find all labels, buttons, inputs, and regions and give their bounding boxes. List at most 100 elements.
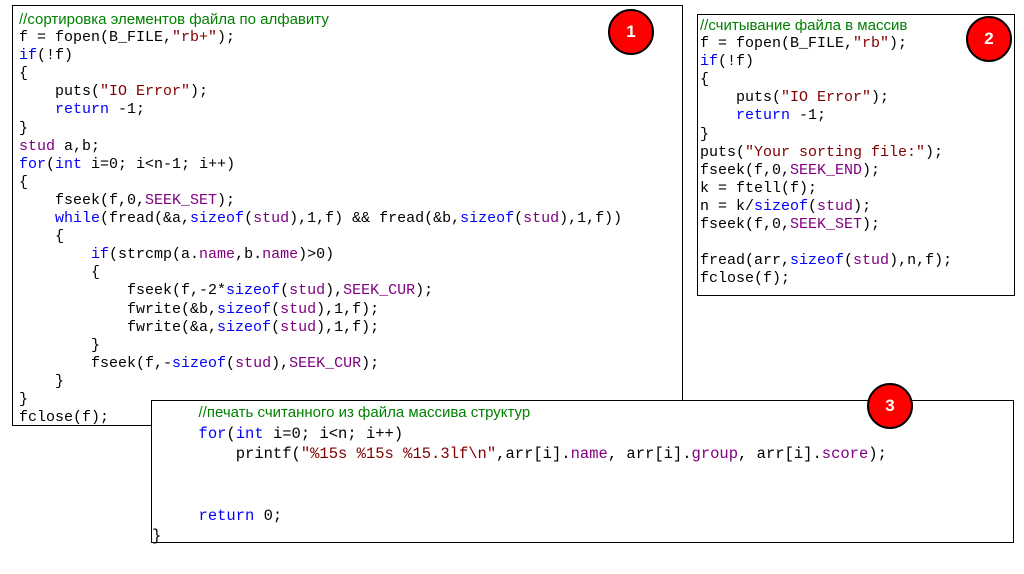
code-token: name — [570, 445, 608, 463]
code-token: ); — [361, 354, 380, 372]
code-token: sizeof — [217, 318, 272, 336]
code-token: fseek(f,0, — [700, 216, 791, 234]
code-line: printf("%15s %15s %15.3lf\n",arr[i].name… — [152, 444, 887, 465]
code-token: SEEK_SET — [790, 216, 863, 234]
code-line: puts("Your sorting file:"); — [700, 144, 952, 162]
code-line: return -1; — [700, 107, 952, 125]
code-token: -1; — [790, 107, 827, 125]
code-line: if(!f) — [19, 47, 622, 65]
code-token: ( — [514, 210, 524, 228]
code-token: "IO Error" — [781, 89, 872, 107]
code-token: stud — [280, 300, 317, 318]
code-line: { — [19, 174, 622, 192]
code-block: //сортировка элементов файла по алфавиту… — [19, 11, 622, 427]
code-token: fseek(f,-2* — [19, 282, 227, 300]
code-token: stud — [280, 318, 317, 336]
code-token: fwrite(&b, — [19, 300, 218, 318]
code-line: } — [152, 526, 887, 547]
code-token: (strcmp(a. — [109, 246, 200, 264]
code-token: stud — [853, 252, 890, 270]
code-line: { — [700, 71, 952, 89]
code-token: { — [19, 264, 101, 282]
code-token: score — [821, 445, 869, 463]
code-token: group — [691, 445, 739, 463]
code-token: , arr[i]. — [738, 445, 822, 463]
code-token: stud — [253, 210, 290, 228]
code-token: return — [55, 101, 110, 119]
code-token: n = k/ — [700, 197, 755, 215]
code-line: { — [19, 264, 622, 282]
code-token: ), — [271, 354, 290, 372]
code-token: if — [19, 47, 38, 65]
code-token: f = fopen(B_FILE, — [700, 35, 854, 53]
code-line: f = fopen(B_FILE,"rb+"); — [19, 29, 622, 47]
code-token: stud — [523, 210, 560, 228]
code-token: (!f) — [718, 53, 755, 71]
code-token: ( — [271, 318, 281, 336]
code-line: if(strcmp(a.name,b.name)>0) — [19, 246, 622, 264]
code-token: ),1,f)) — [559, 210, 623, 228]
code-token: stud — [817, 197, 854, 215]
code-token: } — [152, 527, 162, 545]
code-token: stud — [19, 137, 56, 155]
code-line: fclose(f); — [700, 270, 952, 288]
code-token: printf( — [152, 445, 301, 463]
code-token: ),1,f); — [316, 300, 380, 318]
code-token: sizeof — [790, 252, 845, 270]
code-line: { — [19, 65, 622, 83]
code-token: } — [700, 125, 710, 143]
code-token: "rb+" — [172, 29, 218, 47]
code-token: return — [198, 506, 255, 525]
code-token: sizeof — [217, 300, 272, 318]
code-token: i=0; i<n-1; i++) — [82, 155, 236, 173]
code-line: stud a,b; — [19, 138, 622, 156]
code-token: ( — [271, 300, 281, 318]
code-token: ); — [853, 197, 872, 215]
code-token: sizeof — [754, 197, 809, 215]
code-token: "Your sorting file:" — [745, 143, 926, 161]
code-token: ); — [862, 216, 881, 234]
code-token: { — [700, 71, 710, 89]
code-token: SEEK_END — [790, 161, 863, 179]
code-line: return 0; — [152, 506, 887, 527]
code-token: k = ftell(f); — [700, 179, 818, 197]
code-token: "IO Error" — [100, 83, 191, 101]
code-token: name — [262, 246, 299, 264]
code-token: sizeof — [172, 354, 227, 372]
code-token: sizeof — [226, 282, 281, 300]
code-token: for — [198, 424, 227, 443]
step-badge-3: 3 — [867, 383, 913, 429]
code-line: for(int i=0; i<n-1; i++) — [19, 156, 622, 174]
code-token: ); — [415, 282, 434, 300]
code-token: fseek(f,0, — [19, 191, 146, 209]
code-token: ); — [871, 89, 890, 107]
code-token: } — [19, 372, 65, 390]
code-token: i=0; i<n; i++) — [263, 424, 404, 443]
code-token: 0; — [254, 506, 283, 525]
code-token: ),n,f); — [889, 252, 953, 270]
code-token: ( — [808, 197, 818, 215]
code-token: int — [235, 424, 264, 443]
code-token: stud — [289, 282, 326, 300]
code-token: ),1,f) && fread(&b, — [289, 210, 461, 228]
code-token: name — [199, 246, 236, 264]
code-token: ); — [889, 35, 908, 53]
code-line: { — [19, 228, 622, 246]
code-token: fclose(f); — [700, 270, 791, 288]
code-token: int — [55, 155, 83, 173]
code-token: ); — [868, 445, 887, 463]
code-line: k = ftell(f); — [700, 180, 952, 198]
code-token: fwrite(&a, — [19, 318, 218, 336]
code-token: "%15s %15s %15.3lf\n" — [300, 445, 497, 463]
code-token: fseek(f,0, — [700, 161, 791, 179]
code-token: )>0) — [298, 246, 335, 264]
code-line: n = k/sizeof(stud); — [700, 198, 952, 216]
code-token: if — [91, 246, 110, 264]
code-line: f = fopen(B_FILE,"rb"); — [700, 35, 952, 53]
